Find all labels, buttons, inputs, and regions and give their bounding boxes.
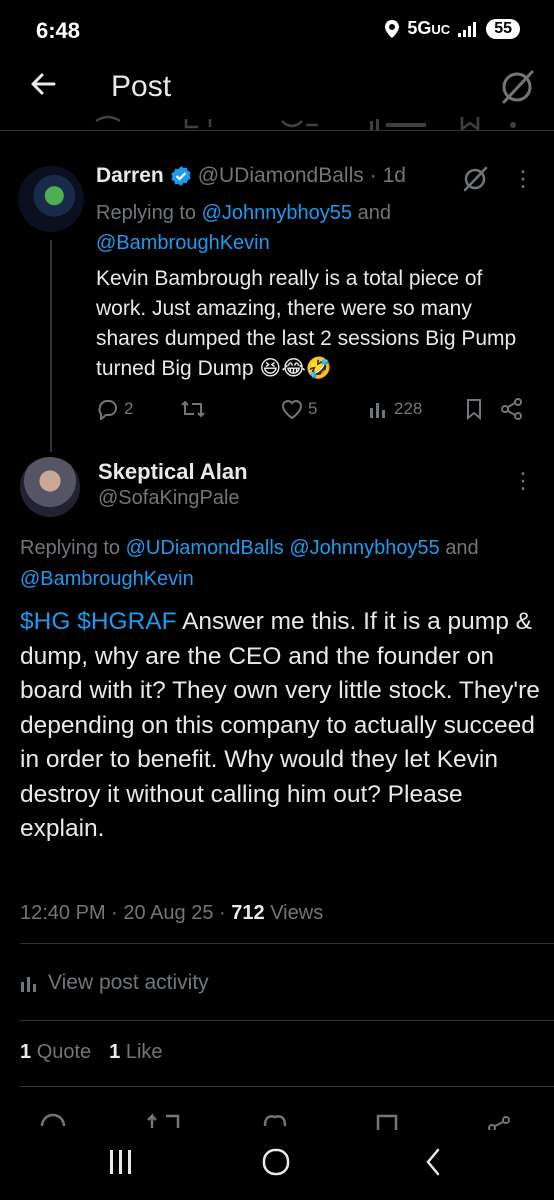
header-divider: [0, 130, 554, 131]
share-icon: [501, 398, 522, 420]
views-label: Views: [270, 902, 324, 924]
status-indicators: 5GUC 55: [385, 18, 520, 39]
share-button[interactable]: [500, 398, 524, 420]
mention-link[interactable]: @BambroughKevin: [20, 568, 194, 590]
reply-post-text: Kevin Bambrough really is a total piece …: [96, 267, 517, 380]
post-meta: 12:40 PM · 20 Aug 25 · 712 Views: [20, 902, 324, 924]
reply-button[interactable]: 2: [96, 398, 133, 420]
thread-line: [50, 240, 52, 452]
share-icon[interactable]: [488, 1116, 510, 1130]
mention-link[interactable]: @Johnnybhoy55: [202, 202, 352, 224]
views-button[interactable]: 228: [368, 398, 422, 420]
repost-icon[interactable]: [147, 1112, 180, 1128]
reply-replying-to: Replying to @Johnnybhoy55 and @Bambrough…: [96, 202, 391, 254]
bookmark-icon: [467, 399, 481, 420]
cashtag-link[interactable]: $HGRAF: [77, 608, 176, 635]
likes-stat[interactable]: 1 Like: [109, 1041, 162, 1064]
post-date: 20 Aug 25: [123, 902, 214, 924]
divider: [20, 1086, 554, 1087]
repost-button[interactable]: [180, 398, 206, 420]
post-stats: 1 Quote 1 Like: [20, 1041, 163, 1064]
recent-apps-button[interactable]: [110, 1150, 131, 1174]
repost-icon: [181, 400, 205, 418]
quotes-stat[interactable]: 1 Quote: [20, 1041, 91, 1064]
cashtag-link[interactable]: $HG: [20, 608, 70, 635]
main-author-handle[interactable]: @SofaKingPale: [98, 487, 240, 510]
main-author-name[interactable]: Skeptical Alan: [98, 459, 248, 485]
reply-action-bar: 2 5 228: [96, 398, 528, 424]
battery-indicator: 55: [486, 18, 520, 39]
views-icon: [370, 403, 385, 418]
like-button[interactable]: 5: [280, 398, 317, 420]
post-time: 12:40 PM: [20, 902, 106, 924]
android-navigation-bar: [110, 1148, 440, 1176]
back-arrow-icon[interactable]: [24, 64, 64, 104]
mention-link[interactable]: @UDiamondBalls: [126, 537, 284, 559]
views-count: 712: [231, 902, 265, 924]
more-options-icon[interactable]: ⋮: [512, 166, 534, 192]
reply-author-header: Darren @UDiamondBalls · 1d: [96, 164, 406, 188]
heart-icon: [281, 400, 303, 420]
more-options-icon[interactable]: ⋮: [512, 468, 534, 494]
reply-age: · 1d: [369, 164, 406, 187]
reply-author-name[interactable]: Darren: [96, 164, 164, 188]
grok-icon[interactable]: [496, 66, 538, 108]
bookmark-icon[interactable]: [376, 1114, 398, 1130]
location-icon: [385, 19, 400, 38]
network-label: 5GUC: [407, 18, 451, 38]
grok-icon[interactable]: [460, 164, 490, 194]
main-author-avatar[interactable]: [20, 457, 80, 517]
view-post-activity-button[interactable]: View post activity: [20, 971, 209, 995]
reply-icon: [98, 399, 117, 420]
page-title: Post: [111, 70, 172, 103]
mention-link[interactable]: @Johnnybhoy55: [289, 537, 439, 559]
reply-author-avatar[interactable]: [18, 166, 84, 232]
main-post-body: Answer me this. If it is a pump & dump, …: [20, 608, 540, 842]
main-replying-to: Replying to @UDiamondBalls @Johnnybhoy55…: [20, 537, 479, 590]
divider: [20, 1020, 554, 1021]
home-button[interactable]: [262, 1148, 290, 1176]
main-action-bar: [0, 1106, 554, 1130]
status-time: 6:48: [36, 18, 81, 43]
back-nav-button[interactable]: [426, 1148, 440, 1176]
mention-link[interactable]: @BambroughKevin: [96, 232, 270, 254]
bookmark-button[interactable]: [464, 398, 484, 420]
analytics-icon: [21, 977, 36, 992]
divider: [20, 943, 554, 944]
reply-author-handle[interactable]: @UDiamondBalls: [198, 164, 364, 188]
signal-icon: [458, 21, 477, 37]
heart-icon[interactable]: [263, 1115, 287, 1127]
verified-badge-icon: [171, 166, 191, 186]
main-post-text: $HG $HGRAF Answer me this. If it is a pu…: [20, 605, 540, 847]
reply-icon[interactable]: [40, 1113, 66, 1127]
